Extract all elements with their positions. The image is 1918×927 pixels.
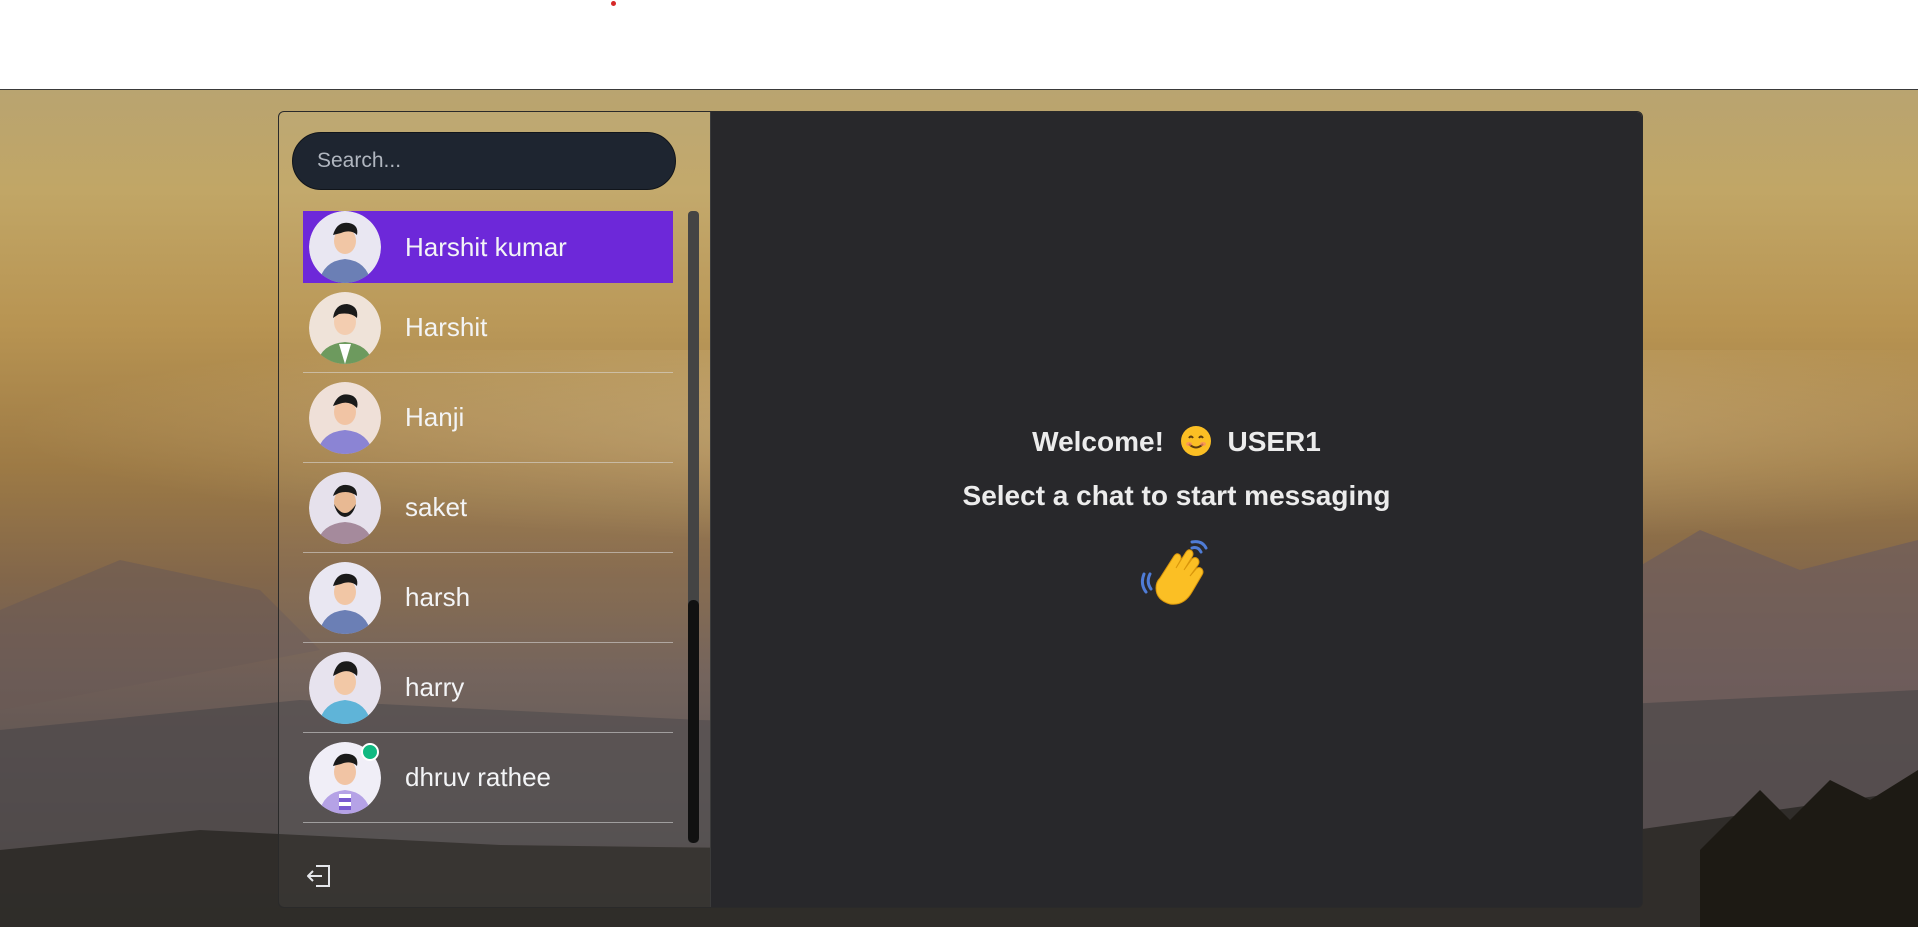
contact-name: Harshit [405, 312, 488, 342]
contact-list: Harshit kumar Harshit Hanji saket harsh … [303, 211, 673, 907]
logout-icon [307, 865, 330, 887]
contact-row-dhruv-rathee[interactable]: dhruv rathee [303, 733, 673, 823]
avatar [309, 211, 381, 283]
contact-name: harsh [405, 582, 471, 612]
contact-row-harshit-kumar[interactable]: Harshit kumar [303, 211, 673, 283]
contact-row-harry[interactable]: harry [303, 643, 673, 733]
contact-row-hanji[interactable]: Hanji [303, 373, 673, 463]
welcome-message: Welcome! USER1 Select a chat to start me… [711, 422, 1642, 614]
smiling-face-emoji-icon [1180, 426, 1211, 456]
contact-name: saket [405, 492, 468, 522]
welcome-text: Welcome! [1032, 426, 1164, 457]
avatar [309, 561, 381, 634]
contact-row-harshit[interactable]: Harshit [303, 283, 673, 373]
avatar [309, 381, 381, 454]
online-status-indicator [361, 742, 379, 761]
search-input[interactable] [292, 132, 676, 190]
select-chat-prompt: Select a chat to start messaging [962, 480, 1391, 511]
contact-row-harsh[interactable]: harsh [303, 553, 673, 643]
contact-name: harry [405, 672, 465, 702]
avatar [309, 471, 381, 544]
avatar-boy-blue-shirt-icon [309, 211, 381, 283]
contact-name: Hanji [405, 402, 465, 432]
avatar [309, 291, 381, 364]
scrollbar-thumb[interactable] [688, 600, 699, 843]
chat-app-window: Harshit kumar Harshit [278, 111, 1643, 908]
avatar [309, 651, 381, 724]
contact-name: dhruv rathee [405, 762, 551, 792]
welcome-line: Welcome! USER1 [711, 422, 1642, 462]
avatar-boy-purple-hoodie-icon [309, 381, 381, 454]
avatar [309, 741, 381, 814]
waving-hand-emoji-icon [1140, 540, 1207, 605]
username: USER1 [1227, 426, 1321, 457]
avatar-boy-cyan-shirt-icon [309, 651, 381, 724]
contact-row-saket[interactable]: saket [303, 463, 673, 553]
avatar-man-beard-icon [309, 471, 381, 544]
avatar-boy-green-jacket-icon [309, 291, 381, 364]
logout-button[interactable] [304, 860, 336, 892]
chat-panel: Welcome! USER1 Select a chat to start me… [711, 112, 1642, 907]
browser-top-bar [0, 0, 1918, 90]
avatar-boy-blue-shirt-icon [309, 561, 381, 634]
contact-name: Harshit kumar [405, 231, 567, 262]
red-dot-indicator [611, 1, 616, 6]
contacts-sidebar: Harshit kumar Harshit [279, 112, 711, 907]
